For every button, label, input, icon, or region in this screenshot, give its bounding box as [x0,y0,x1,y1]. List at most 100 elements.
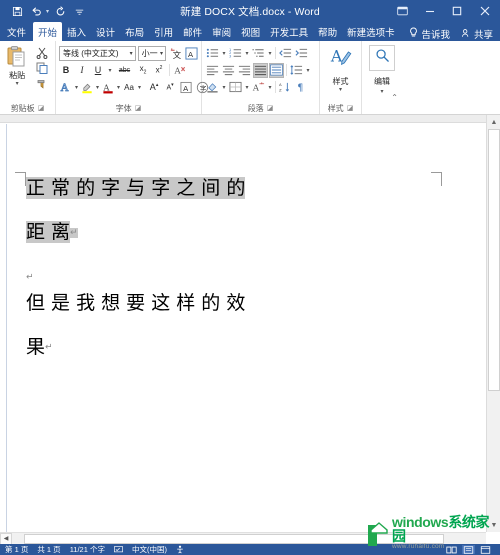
scroll-left-icon[interactable]: ◀ [0,532,12,545]
close-button[interactable] [470,0,500,22]
customize-qat-icon[interactable] [72,3,87,19]
copy-icon[interactable] [34,61,50,74]
phonetic-guide-icon[interactable]: 文 [168,46,182,60]
clear-formatting-icon[interactable]: A [173,63,188,77]
maximize-button[interactable] [443,0,470,22]
page-total-indicator[interactable]: 共 1 页 [37,544,60,555]
share-button[interactable]: 共享 [461,27,493,41]
clipboard-dialog-launcher[interactable]: ◪ [38,104,45,112]
page-number-indicator[interactable]: 第 1 页 [5,544,28,555]
tab-review[interactable]: 审阅 [207,22,236,41]
superscript-button[interactable]: x2 [152,63,166,77]
format-painter-icon[interactable] [34,76,50,89]
tab-home[interactable]: 开始 [33,22,63,41]
redo-icon[interactable] [53,3,68,19]
enclose-character-icon[interactable]: A [179,80,193,94]
underline-caret[interactable]: ▾ [107,67,113,74]
character-border-icon[interactable]: A [184,46,198,60]
numbering-icon[interactable]: 1 2 3 [228,46,243,61]
highlight-caret[interactable]: ▾ [96,84,99,91]
language-indicator[interactable]: 中文(中国) [132,544,167,555]
font-color-icon[interactable]: A [101,80,115,94]
align-center-icon[interactable] [221,63,236,78]
styles-button[interactable]: A 样式 ▾ [323,43,359,93]
scroll-down-icon[interactable]: ▼ [487,518,500,532]
paste-dropdown-caret[interactable]: ▾ [16,81,19,87]
font-name-combo[interactable]: 等线 (中文正文) ▾ [59,45,136,61]
bold-button[interactable]: B [59,63,73,77]
ribbon-display-options-icon[interactable] [389,0,416,22]
scroll-up-icon[interactable]: ▲ [487,115,500,129]
font-size-combo[interactable]: 小一 ▾ [137,45,166,61]
grow-font-icon[interactable]: A▴ [147,80,161,94]
document-text-body[interactable]: 正 常 的 字 与 字 之 间 的 距 离↵ ↵ 但 是 我 想 要 这 样 的… [26,166,456,369]
asian-layout-caret[interactable]: ▾ [267,84,273,91]
accessibility-icon[interactable] [176,545,184,554]
text-effects-icon[interactable]: A [59,80,73,94]
tab-mailings[interactable]: 邮件 [178,22,207,41]
tab-view[interactable]: 视图 [236,22,265,41]
styles-dropdown-caret[interactable]: ▾ [339,87,342,93]
document-page[interactable]: 正 常 的 字 与 字 之 间 的 距 离↵ ↵ 但 是 我 想 要 这 样 的… [6,124,485,532]
align-left-icon[interactable] [205,63,220,78]
bullets-icon[interactable] [205,46,220,61]
font-color-caret[interactable]: ▾ [117,84,120,91]
save-icon[interactable] [10,3,25,19]
spellcheck-icon[interactable] [114,545,123,554]
distribute-icon[interactable] [269,62,284,78]
numbering-caret[interactable]: ▾ [244,50,250,57]
tab-help[interactable]: 帮助 [313,22,342,41]
tab-layout[interactable]: 布局 [120,22,149,41]
change-case-caret[interactable]: ▾ [138,84,141,91]
sort-icon[interactable]: A Z [278,80,293,95]
paragraph-dialog-launcher[interactable]: ◪ [267,104,274,112]
word-count-indicator[interactable]: 11/21 个字 [70,544,105,555]
subscript-button[interactable]: x2 [136,63,150,77]
change-case-button[interactable]: Aa [122,80,136,94]
tab-new-tab[interactable]: 新建选项卡 [342,22,400,41]
horizontal-scroll-thumb[interactable] [24,533,444,544]
asian-layout-icon[interactable]: A [251,80,266,95]
justify-icon[interactable] [253,62,268,78]
shading-caret[interactable]: ▾ [221,84,227,91]
chevron-up-icon[interactable]: ⌃ [391,93,398,102]
editing-button[interactable] [369,45,395,71]
borders-caret[interactable]: ▾ [244,84,250,91]
increase-indent-icon[interactable] [294,46,309,61]
tell-me-box[interactable]: 告诉我 [409,27,450,41]
tab-developer[interactable]: 开发工具 [265,22,313,41]
minimize-button[interactable] [416,0,443,22]
vertical-scroll-thumb[interactable] [488,129,500,391]
tab-references[interactable]: 引用 [149,22,178,41]
multilevel-caret[interactable]: ▾ [267,50,273,57]
styles-dialog-launcher[interactable]: ◪ [347,104,354,112]
horizontal-scrollbar[interactable]: ◀ [0,532,486,545]
shrink-font-icon[interactable]: A▾ [163,80,177,94]
highlight-color-icon[interactable] [80,80,94,94]
bullets-caret[interactable]: ▾ [221,50,227,57]
text-effects-caret[interactable]: ▾ [75,84,78,91]
show-formatting-marks-icon[interactable]: ¶ [294,80,309,95]
shading-icon[interactable] [205,80,220,95]
tab-file[interactable]: 文件 [0,22,33,41]
read-mode-icon[interactable] [445,545,458,554]
strikethrough-button[interactable]: abc [115,63,134,77]
paste-icon[interactable] [6,45,28,69]
undo-icon[interactable] [29,3,44,19]
line-spacing-caret[interactable]: ▾ [305,67,311,74]
web-layout-icon[interactable] [479,545,492,554]
borders-icon[interactable] [228,80,243,95]
font-name-caret[interactable]: ▾ [130,50,133,57]
vertical-scrollbar[interactable]: ▲ ▼ [486,115,500,532]
underline-button[interactable]: U [91,63,105,77]
print-layout-icon[interactable] [462,545,475,554]
italic-button[interactable]: I [75,63,89,77]
tab-insert[interactable]: 插入 [62,22,91,41]
multilevel-list-icon[interactable] [251,46,266,61]
undo-dropdown-caret[interactable]: ▾ [46,8,49,15]
font-dialog-launcher[interactable]: ◪ [135,104,142,112]
tab-design[interactable]: 设计 [91,22,120,41]
align-right-icon[interactable] [237,63,252,78]
font-size-caret[interactable]: ▾ [160,50,163,57]
cut-icon[interactable] [34,46,50,59]
